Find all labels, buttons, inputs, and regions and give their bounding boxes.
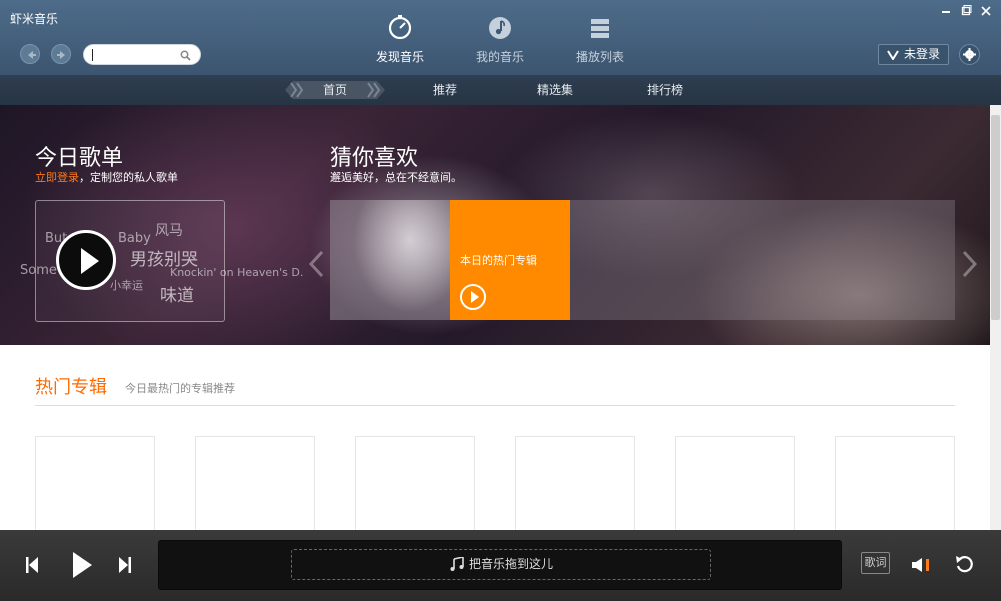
minimize-icon[interactable]: [940, 5, 952, 17]
maximize-icon[interactable]: [960, 5, 972, 17]
volume-icon[interactable]: [911, 557, 931, 573]
tag-word: 味道: [160, 286, 194, 306]
tab-label: 我的音乐: [475, 50, 524, 64]
next-track-icon[interactable]: [118, 556, 132, 574]
music-note-icon: [450, 556, 464, 571]
guess-you-like-subtitle: 邂逅美好，总在不经意间。: [330, 171, 462, 184]
search-icon[interactable]: [180, 50, 191, 61]
sub-navigation: 首页 推荐 精选集 排行榜: [0, 75, 1001, 105]
hot-albums-subtitle: 今日最热门的专辑推荐: [125, 382, 235, 395]
chevron-right-icon[interactable]: [961, 250, 979, 278]
guess-you-like-title: 猜你喜欢: [330, 146, 419, 171]
login-label: 未登录: [903, 47, 940, 61]
repeat-icon[interactable]: [953, 554, 977, 574]
back-button[interactable]: [20, 44, 40, 64]
hot-album-play-button[interactable]: [460, 284, 486, 310]
recommendation-cover[interactable]: [330, 200, 450, 320]
now-playing-panel: 把音乐拖到这儿: [158, 540, 842, 590]
subtab-label: 推荐: [432, 83, 457, 97]
text-cursor: [92, 49, 93, 61]
daily-playlist-title: 今日歌单: [35, 146, 124, 171]
tag-word: Knockin' on Heaven's D.: [170, 266, 304, 279]
settings-button[interactable]: [959, 44, 980, 65]
search-box[interactable]: [83, 44, 201, 65]
xiami-logo-icon: [887, 50, 899, 60]
app-title: 虾米音乐: [10, 12, 59, 26]
title-bar: 虾米音乐 发现音乐 我的音乐 播放列表 未登录: [0, 0, 1001, 75]
tab-my-music[interactable]: 我的音乐: [460, 15, 540, 67]
album-card[interactable]: [675, 436, 795, 536]
search-input[interactable]: [92, 48, 180, 62]
section-divider: [35, 405, 955, 406]
music-drop-zone[interactable]: 把音乐拖到这儿: [291, 549, 711, 580]
album-card[interactable]: [195, 436, 315, 536]
arrow-right-icon: [57, 51, 65, 59]
lyrics-button[interactable]: 歌词: [861, 552, 890, 574]
tab-label: 播放列表: [575, 50, 624, 64]
chevron-left-icon[interactable]: [307, 250, 325, 278]
login-button[interactable]: 未登录: [878, 44, 949, 65]
subtab-label: 排行榜: [646, 83, 683, 97]
forward-button[interactable]: [51, 44, 71, 64]
subtab-home[interactable]: 首页: [285, 75, 385, 105]
login-now-link[interactable]: 立即登录: [35, 171, 79, 184]
album-card[interactable]: [515, 436, 635, 536]
gear-icon: [963, 48, 976, 61]
play-icon[interactable]: [71, 551, 93, 579]
tab-label: 发现音乐: [375, 50, 424, 64]
daily-playlist-subtitle: 立即登录，定制您的私人歌单: [35, 169, 178, 185]
hot-albums-title: 热门专辑: [35, 377, 107, 398]
arrow-left-icon: [28, 51, 36, 59]
scrollbar-thumb[interactable]: [991, 115, 1000, 320]
vertical-scrollbar[interactable]: [990, 105, 1001, 530]
close-icon[interactable]: [980, 5, 992, 17]
play-icon: [471, 291, 479, 303]
album-card[interactable]: [355, 436, 475, 536]
music-note-icon: [489, 17, 511, 39]
hot-album-tile[interactable]: 本日的热门专辑: [450, 200, 570, 320]
tab-discover-music[interactable]: 发现音乐: [360, 15, 440, 67]
subtab-label: 精选集: [536, 83, 573, 97]
subtab-recommend[interactable]: 推荐: [415, 75, 475, 105]
album-card[interactable]: [835, 436, 955, 536]
play-icon: [81, 248, 99, 274]
subtab-charts[interactable]: 排行榜: [635, 75, 695, 105]
daily-play-button[interactable]: [56, 230, 116, 290]
album-card[interactable]: [35, 436, 155, 536]
compass-icon: [388, 15, 412, 40]
subtab-label: 首页: [322, 83, 347, 97]
previous-track-icon[interactable]: [25, 556, 39, 574]
tag-word: Some: [20, 263, 57, 278]
tag-word: 风马: [155, 223, 183, 239]
tab-playlist[interactable]: 播放列表: [560, 15, 640, 67]
tag-word: Baby: [118, 231, 151, 246]
hero-banner: 今日歌单 立即登录，定制您的私人歌单 But Baby 风马 男孩别哭 Some…: [0, 105, 990, 345]
subtab-collections[interactable]: 精选集: [525, 75, 585, 105]
hot-album-label: 本日的热门专辑: [460, 254, 537, 267]
daily-subtitle-text: ，定制您的私人歌单: [79, 171, 178, 184]
player-bar: 把音乐拖到这儿 歌词: [0, 530, 1001, 601]
recommendation-strip: 本日的热门专辑: [330, 200, 955, 320]
drop-hint-text: 把音乐拖到这儿: [468, 557, 553, 571]
playlist-icon: [591, 19, 609, 38]
tag-word: 小幸运: [110, 279, 143, 292]
